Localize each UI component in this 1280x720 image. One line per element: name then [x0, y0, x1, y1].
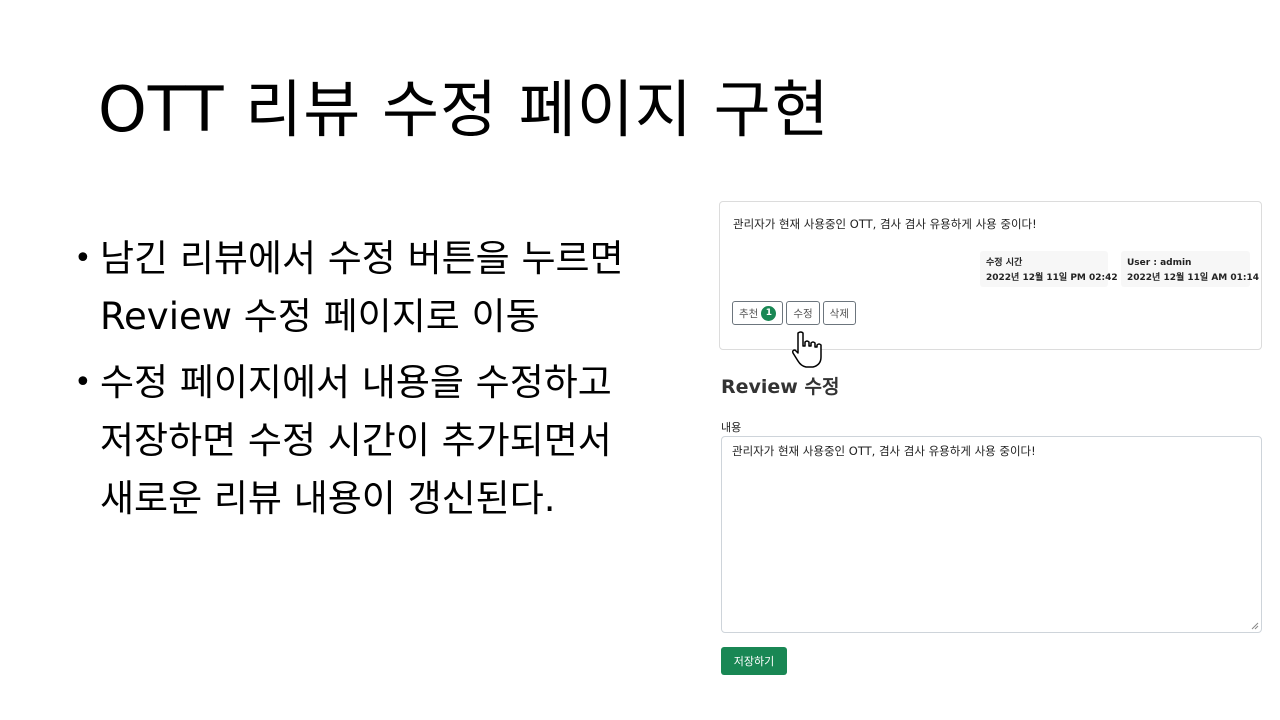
bullet-item: • 남긴 리뷰에서 수정 버튼을 누르면 Review 수정 페이지로 이동	[74, 230, 694, 346]
hand-pointer-icon	[792, 331, 822, 368]
resize-grip-icon[interactable]	[1251, 622, 1259, 630]
bullet-text: 수정 페이지에서 내용을 수정하고 저장하면 수정 시간이 추가되면서 새로운 …	[100, 354, 612, 528]
bullet-line: 남긴 리뷰에서 수정 버튼을 누르면	[100, 237, 624, 280]
bullet-item: • 수정 페이지에서 내용을 수정하고 저장하면 수정 시간이 추가되면서 새로…	[74, 354, 694, 528]
save-button[interactable]: 저장하기	[721, 647, 787, 675]
bullet-line: Review 수정 페이지로 이동	[100, 295, 540, 338]
recommend-count-badge: 1	[761, 305, 777, 321]
author-label: User : admin	[1127, 258, 1192, 268]
bullet-line: 저장하면 수정 시간이 추가되면서	[100, 419, 612, 462]
content-label: 내용	[721, 421, 742, 434]
modified-time-label: 수정 시간	[986, 258, 1023, 268]
bullet-line: 새로운 리뷰 내용이 갱신된다.	[100, 477, 556, 520]
recommend-label: 추천	[739, 307, 759, 320]
edit-button[interactable]: 수정	[786, 301, 820, 325]
bullet-text: 남긴 리뷰에서 수정 버튼을 누르면 Review 수정 페이지로 이동	[100, 230, 624, 346]
review-edit-heading: Review 수정	[721, 376, 840, 398]
bullet-dot: •	[74, 241, 92, 276]
slide-title: OTT 리뷰 수정 페이지 구현	[98, 73, 830, 146]
created-time-value: 2022년 12월 11일 AM 01:14	[1127, 273, 1260, 283]
content-textarea[interactable]: 관리자가 현재 사용중인 OTT, 겸사 겸사 유용하게 사용 중이다!	[721, 436, 1262, 633]
recommend-button[interactable]: 추천 1	[732, 301, 784, 325]
author-box: User : admin 2022년 12월 11일 AM 01:14	[1121, 251, 1260, 287]
delete-button[interactable]: 삭제	[822, 301, 856, 325]
review-content: 관리자가 현재 사용중인 OTT, 겸사 겸사 유용하게 사용 중이다!	[733, 217, 1037, 231]
bullet-list: • 남긴 리뷰에서 수정 버튼을 누르면 Review 수정 페이지로 이동 •…	[74, 230, 694, 536]
modified-time-box: 수정 시간 2022년 12월 11일 PM 02:42	[980, 251, 1118, 287]
bullet-dot: •	[74, 365, 92, 400]
content-value: 관리자가 현재 사용중인 OTT, 겸사 겸사 유용하게 사용 중이다!	[732, 444, 1036, 458]
review-actions: 추천 1 수정 삭제	[732, 301, 856, 325]
modified-time-value: 2022년 12월 11일 PM 02:42	[986, 273, 1118, 283]
bullet-line: 수정 페이지에서 내용을 수정하고	[100, 361, 612, 404]
